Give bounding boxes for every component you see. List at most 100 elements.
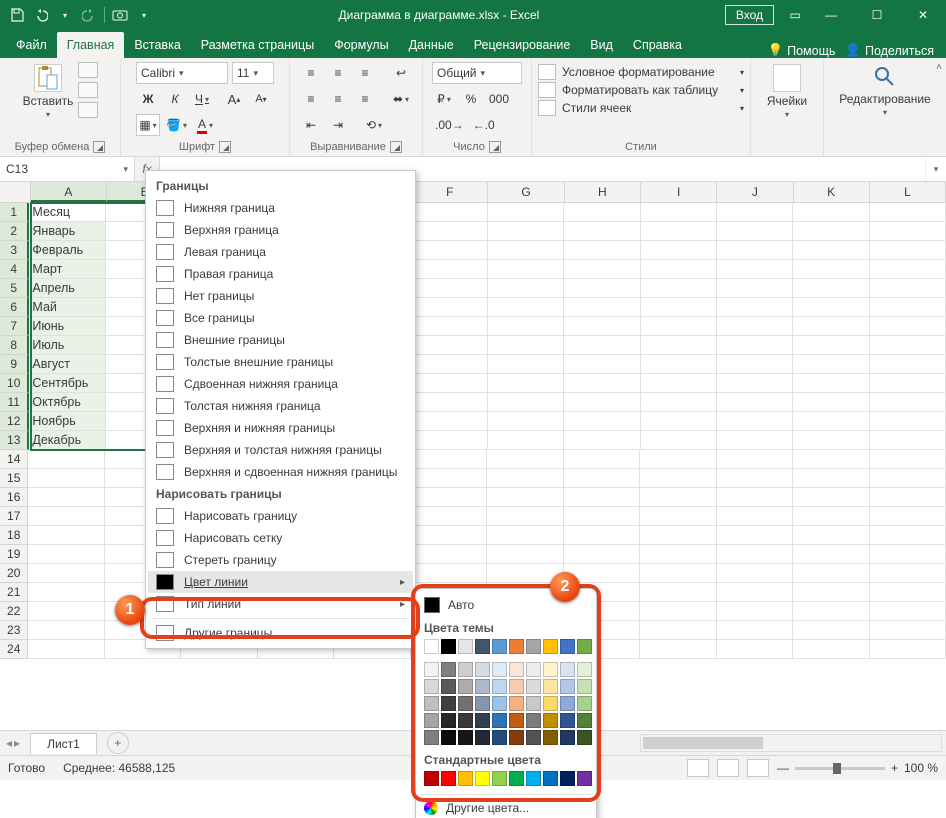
- cell[interactable]: [870, 545, 946, 564]
- cell[interactable]: [641, 431, 717, 450]
- column-header[interactable]: F: [412, 182, 488, 202]
- cell[interactable]: [641, 374, 717, 393]
- draw-border-item[interactable]: Нарисовать границу: [148, 505, 413, 527]
- indent-dec-button[interactable]: ⇤: [299, 114, 323, 136]
- border-item[interactable]: Внешние границы: [148, 329, 413, 351]
- color-swatch[interactable]: [577, 639, 592, 654]
- row-header[interactable]: 5: [0, 279, 29, 298]
- cell[interactable]: [28, 450, 104, 469]
- color-swatch[interactable]: [509, 696, 524, 711]
- zoom-control[interactable]: — + 100 %: [777, 761, 938, 775]
- cell[interactable]: [487, 526, 563, 545]
- cell[interactable]: Май: [29, 298, 105, 317]
- tab-home[interactable]: Главная: [57, 32, 125, 58]
- row-header[interactable]: 15: [0, 469, 28, 488]
- color-swatch[interactable]: [560, 696, 575, 711]
- cell[interactable]: [640, 488, 716, 507]
- color-swatch[interactable]: [560, 713, 575, 728]
- border-item[interactable]: Нижняя граница: [148, 197, 413, 219]
- cell[interactable]: [717, 241, 793, 260]
- cell[interactable]: [640, 469, 716, 488]
- color-swatch[interactable]: [458, 696, 473, 711]
- color-swatch[interactable]: [475, 713, 490, 728]
- row-header[interactable]: 10: [0, 374, 29, 393]
- cell[interactable]: [411, 336, 487, 355]
- align-launcher[interactable]: [390, 141, 402, 153]
- cell[interactable]: [870, 488, 946, 507]
- editing-button[interactable]: Редактирование ▾: [833, 62, 937, 119]
- column-header[interactable]: I: [641, 182, 717, 202]
- cell[interactable]: [641, 203, 717, 222]
- column-header[interactable]: G: [488, 182, 564, 202]
- sheet-next-icon[interactable]: ▸: [14, 736, 20, 750]
- inc-decimal-button[interactable]: .00→: [432, 114, 467, 136]
- color-swatch[interactable]: [577, 730, 592, 745]
- color-swatch[interactable]: [458, 639, 473, 654]
- more-colors-item[interactable]: Другие цвета...: [420, 794, 592, 817]
- underline-button[interactable]: Ч▾: [190, 88, 214, 110]
- font-name-combo[interactable]: Calibri▾: [136, 62, 228, 84]
- color-swatch[interactable]: [543, 713, 558, 728]
- cell[interactable]: [28, 602, 104, 621]
- color-swatch[interactable]: [441, 730, 456, 745]
- cell[interactable]: [641, 412, 717, 431]
- horizontal-scrollbar[interactable]: [640, 734, 942, 752]
- orientation-button[interactable]: ⟲▾: [362, 114, 386, 136]
- cell[interactable]: [793, 241, 869, 260]
- color-swatch[interactable]: [577, 771, 592, 786]
- cell[interactable]: [717, 317, 793, 336]
- cell[interactable]: [488, 317, 564, 336]
- format-painter-button[interactable]: [78, 102, 98, 118]
- cell[interactable]: [487, 488, 563, 507]
- cell[interactable]: [488, 393, 564, 412]
- view-normal-button[interactable]: [687, 759, 709, 777]
- border-item[interactable]: Верхняя и сдвоенная нижняя границы: [148, 461, 413, 483]
- cell[interactable]: [564, 336, 640, 355]
- tab-insert[interactable]: Вставка: [124, 32, 190, 58]
- cell[interactable]: [717, 621, 793, 640]
- borders-button[interactable]: ▦▾: [136, 114, 160, 136]
- border-item[interactable]: Правая граница: [148, 263, 413, 285]
- cell[interactable]: [411, 412, 487, 431]
- cell[interactable]: [28, 640, 104, 659]
- cell[interactable]: [793, 222, 869, 241]
- cell[interactable]: [411, 431, 487, 450]
- align-middle-button[interactable]: ≡: [326, 62, 350, 84]
- cell[interactable]: [641, 241, 717, 260]
- cell[interactable]: [870, 469, 946, 488]
- cell[interactable]: [411, 374, 487, 393]
- cell[interactable]: [564, 545, 640, 564]
- row-header[interactable]: 11: [0, 393, 29, 412]
- color-swatch[interactable]: [526, 771, 541, 786]
- paste-button[interactable]: Вставить ▾: [22, 62, 74, 121]
- row-header[interactable]: 14: [0, 450, 28, 469]
- cell[interactable]: [717, 526, 793, 545]
- cell[interactable]: [870, 526, 946, 545]
- cell[interactable]: [793, 602, 869, 621]
- color-swatch[interactable]: [560, 662, 575, 677]
- row-header[interactable]: 7: [0, 317, 29, 336]
- redo-icon[interactable]: [80, 6, 98, 24]
- shrink-font-button[interactable]: A▾: [249, 88, 273, 110]
- cell[interactable]: [793, 564, 869, 583]
- cell[interactable]: [717, 412, 793, 431]
- cell[interactable]: [870, 298, 946, 317]
- tab-help[interactable]: Справка: [623, 32, 692, 58]
- cell[interactable]: [488, 355, 564, 374]
- cell[interactable]: [870, 393, 946, 412]
- cell[interactable]: [793, 317, 869, 336]
- color-swatch[interactable]: [509, 639, 524, 654]
- bold-button[interactable]: Ж: [136, 88, 160, 110]
- cell[interactable]: [717, 393, 793, 412]
- cell[interactable]: [411, 241, 487, 260]
- name-box[interactable]: C13▾: [0, 157, 135, 181]
- cell[interactable]: [487, 545, 563, 564]
- cell[interactable]: [411, 260, 487, 279]
- cell[interactable]: [717, 203, 793, 222]
- cell[interactable]: Март: [29, 260, 105, 279]
- draw-border-item[interactable]: Нарисовать сетку: [148, 527, 413, 549]
- cell[interactable]: [28, 488, 104, 507]
- cell[interactable]: [870, 564, 946, 583]
- cell[interactable]: Август: [29, 355, 105, 374]
- cell[interactable]: Ноябрь: [29, 412, 105, 431]
